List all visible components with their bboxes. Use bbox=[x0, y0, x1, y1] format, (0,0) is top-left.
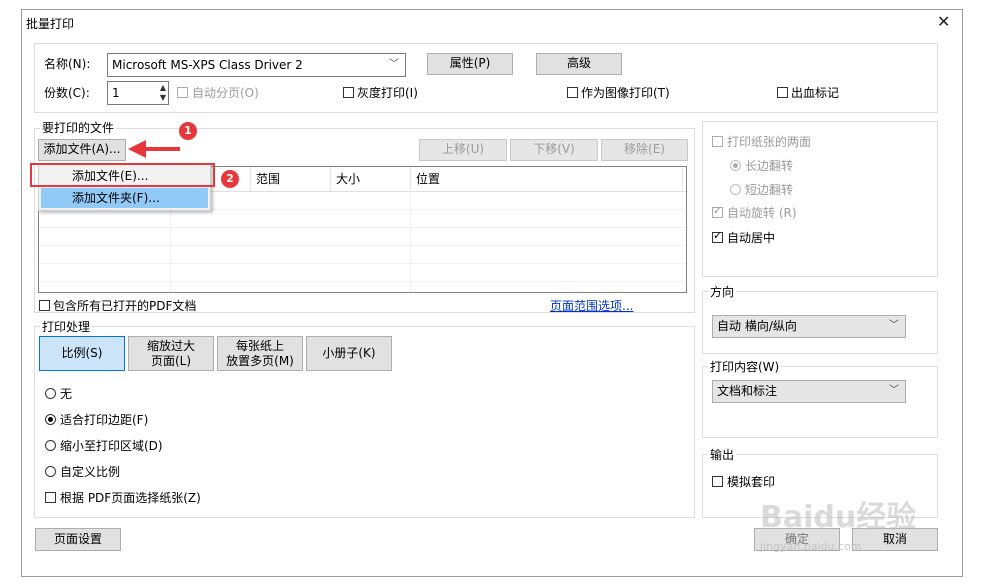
printer-name-label: 名称(N): bbox=[44, 57, 91, 71]
simulate-overprint-label: 模拟套印 bbox=[727, 475, 776, 489]
add-file-button[interactable]: 添加文件(A)... bbox=[38, 139, 126, 161]
radio-none-label: 无 bbox=[60, 387, 73, 401]
annotation-badge-1: 1 bbox=[179, 122, 197, 140]
tab-multi-line2: 放置多页(M) bbox=[226, 354, 294, 368]
simulate-overprint-checkbox[interactable] bbox=[712, 476, 723, 487]
dialog-title: 批量打印 bbox=[26, 17, 75, 31]
print-content-select[interactable]: 文档和标注 ﹀ bbox=[712, 380, 906, 403]
tab-fit-large-line2: 页面(L) bbox=[150, 354, 192, 368]
grayscale-checkbox[interactable] bbox=[343, 87, 354, 98]
output-label: 输出 bbox=[708, 448, 737, 462]
radio-short-edge[interactable] bbox=[730, 184, 741, 195]
highlight-box bbox=[30, 163, 215, 187]
chevron-down-icon: ﹀ bbox=[889, 320, 899, 331]
orientation-label: 方向 bbox=[708, 285, 737, 299]
column-header-size[interactable]: 大小 bbox=[331, 167, 411, 191]
move-down-button[interactable]: 下移(V) bbox=[510, 139, 598, 161]
menu-item-add-folder[interactable]: 添加文件夹(F)... bbox=[41, 188, 208, 208]
tab-fit-large-pages[interactable]: 缩放过大 页面(L) bbox=[128, 336, 214, 371]
stepper-arrows-icon[interactable]: ▲ ▼ bbox=[160, 83, 166, 103]
radio-none[interactable] bbox=[45, 388, 56, 399]
collate-checkbox[interactable] bbox=[177, 87, 188, 98]
orientation-value: 自动 横向/纵向 bbox=[717, 319, 797, 333]
include-open-pdf-label: 包含所有已打开的PDF文档 bbox=[53, 299, 197, 313]
pointer-arrow-icon bbox=[128, 140, 180, 158]
table-row bbox=[39, 227, 686, 228]
bleed-marks-checkbox[interactable] bbox=[777, 87, 788, 98]
choose-paper-label: 根据 PDF页面选择纸张(Z) bbox=[60, 491, 201, 505]
page-range-options-link[interactable]: 页面范围选项... bbox=[550, 297, 633, 314]
radio-custom-scale-label: 自定义比例 bbox=[60, 465, 121, 479]
bleed-marks-label: 出血标记 bbox=[791, 86, 840, 100]
printer-name-value: Microsoft MS-XPS Class Driver 2 bbox=[112, 58, 303, 72]
column-header-range[interactable]: 范围 bbox=[251, 167, 331, 191]
tab-fit-large-line1: 缩放过大 bbox=[146, 339, 195, 353]
advanced-button[interactable]: 高级 bbox=[536, 53, 622, 75]
auto-center-label: 自动居中 bbox=[727, 231, 776, 245]
copies-label: 份数(C): bbox=[44, 86, 90, 100]
watermark-url: jingyan.baidu.com bbox=[760, 540, 862, 553]
column-divider bbox=[410, 191, 411, 292]
radio-shrink[interactable] bbox=[45, 440, 56, 451]
remove-button[interactable]: 移除(E) bbox=[601, 139, 688, 161]
printer-name-select[interactable]: Microsoft MS-XPS Class Driver 2 ﹀ bbox=[107, 53, 406, 77]
print-content-value: 文档和标注 bbox=[717, 384, 778, 398]
radio-long-edge-label: 长边翻转 bbox=[745, 159, 794, 173]
properties-button[interactable]: 属性(P) bbox=[427, 53, 513, 75]
grayscale-label: 灰度打印(I) bbox=[357, 86, 418, 100]
radio-fit-margins-label: 适合打印边距(F) bbox=[60, 413, 149, 427]
print-handling-label: 打印处理 bbox=[40, 320, 93, 334]
chevron-down-icon: ﹀ bbox=[889, 385, 899, 396]
tab-booklet[interactable]: 小册子(K) bbox=[306, 336, 392, 371]
print-as-image-checkbox[interactable] bbox=[567, 87, 578, 98]
auto-rotate-label: 自动旋转 (R) bbox=[727, 206, 797, 220]
radio-long-edge[interactable] bbox=[730, 160, 741, 171]
print-content-label: 打印内容(W) bbox=[708, 360, 782, 374]
table-row bbox=[39, 245, 686, 246]
radio-shrink-label: 缩小至打印区域(D) bbox=[60, 439, 163, 453]
tab-scale[interactable]: 比例(S) bbox=[39, 336, 125, 371]
both-sides-checkbox[interactable] bbox=[712, 136, 723, 147]
files-group-label: 要打印的文件 bbox=[40, 121, 117, 135]
annotation-badge-2: 2 bbox=[221, 170, 239, 188]
radio-fit-margins[interactable] bbox=[45, 414, 56, 425]
column-header-location[interactable]: 位置 bbox=[411, 167, 683, 191]
close-icon[interactable]: ✕ bbox=[937, 14, 950, 30]
radio-short-edge-label: 短边翻转 bbox=[745, 183, 794, 197]
chevron-down-icon: ﹀ bbox=[389, 59, 399, 70]
include-open-pdf-checkbox[interactable] bbox=[39, 300, 50, 311]
print-as-image-label: 作为图像打印(T) bbox=[581, 86, 670, 100]
auto-center-checkbox[interactable] bbox=[712, 229, 723, 243]
table-row bbox=[39, 281, 686, 282]
choose-paper-checkbox[interactable] bbox=[45, 492, 56, 503]
copies-value: 1 bbox=[112, 86, 120, 100]
both-sides-label: 打印纸张的两面 bbox=[727, 135, 812, 149]
tab-multiple-pages[interactable]: 每张纸上 放置多页(M) bbox=[217, 336, 303, 371]
baidu-watermark: Baidu经验 bbox=[760, 500, 917, 535]
collate-label: 自动分页(O) bbox=[192, 86, 259, 100]
auto-rotate-checkbox[interactable] bbox=[712, 204, 723, 218]
copies-stepper[interactable]: 1 ▲ ▼ bbox=[107, 81, 169, 105]
page-setup-button[interactable]: 页面设置 bbox=[35, 528, 121, 551]
move-up-button[interactable]: 上移(U) bbox=[419, 139, 507, 161]
tab-multi-line1: 每张纸上 bbox=[235, 339, 284, 353]
table-row bbox=[39, 263, 686, 264]
radio-custom-scale[interactable] bbox=[45, 466, 56, 477]
orientation-select[interactable]: 自动 横向/纵向 ﹀ bbox=[712, 315, 906, 338]
